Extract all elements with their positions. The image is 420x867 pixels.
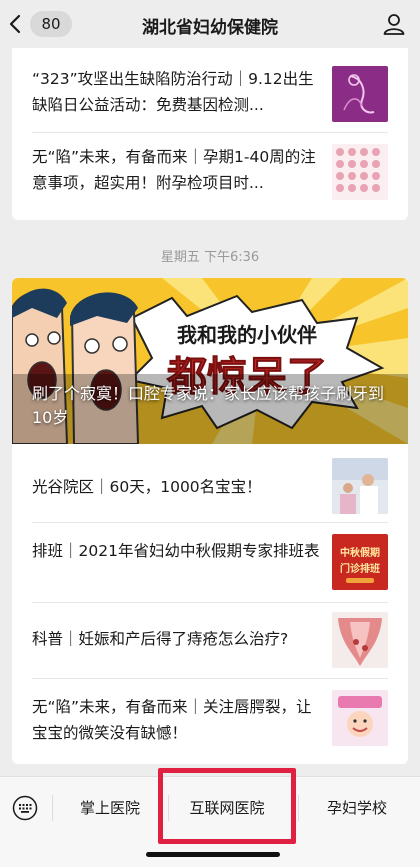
- article-thumbnail: [332, 66, 388, 122]
- article-item[interactable]: “323”攻坚出生缺陷防治行动｜9.12出生缺陷日公益活动：免费基因检测...: [32, 64, 388, 124]
- divider: [32, 522, 388, 523]
- menu-separator: [298, 795, 299, 821]
- menu-separator: [52, 795, 53, 821]
- article-item[interactable]: 光谷院区｜60天，1000名宝宝！: [32, 458, 388, 514]
- top-bar: 80 湖北省妇幼保健院: [0, 0, 420, 48]
- article-thumbnail: 中秋假期 门诊排班: [332, 534, 388, 590]
- article-title: 科普｜妊娠和产后得了痔疮怎么治疗?: [32, 630, 289, 648]
- clinic-photo-icon: [332, 458, 388, 514]
- user-icon[interactable]: [382, 12, 406, 36]
- article-item[interactable]: 排班｜2021年省妇幼中秋假期专家排班表 中秋假期 门诊排班: [32, 534, 388, 594]
- hero-caption: 刷了个寂寞！口腔专家说：家长应该帮孩子刷牙到10岁: [32, 384, 385, 427]
- menu-item-pregnancy-school[interactable]: 孕妇学校: [302, 797, 412, 818]
- message-card-previous: “323”攻坚出生缺陷防治行动｜9.12出生缺陷日公益活动：免费基因检测... …: [12, 48, 408, 220]
- pregnancy-illustration-icon: [332, 66, 388, 122]
- article-title: 无“陷”未来，有备而来｜关注唇腭裂，让宝宝的微笑没有缺憾！: [32, 698, 312, 742]
- article-thumbnail: [332, 690, 388, 746]
- svg-text:门诊排班: 门诊排班: [340, 562, 380, 575]
- highlight-box: [158, 768, 296, 844]
- menu-item-palm-hospital[interactable]: 掌上医院: [56, 797, 164, 818]
- divider: [32, 678, 388, 679]
- keyboard-icon[interactable]: [12, 795, 38, 821]
- message-card: 我和我的小伙伴 都惊呆了 刷了个寂寞！口腔专家说：家长应该帮孩子刷牙到10岁 光…: [12, 278, 408, 764]
- baby-smile-illustration-icon: [332, 690, 388, 746]
- article-item[interactable]: 无“陷”未来，有备而来｜孕期1-40周的注意事项，超实用！附孕检项目时...: [32, 142, 388, 202]
- fetal-stages-chart-icon: [332, 144, 388, 200]
- banner-text-small: 我和我的小伙伴: [177, 323, 317, 347]
- svg-text:中秋假期: 中秋假期: [340, 546, 380, 559]
- divider: [32, 132, 388, 133]
- article-thumbnail: [332, 612, 388, 668]
- article-title: “323”攻坚出生缺陷防治行动｜9.12出生缺陷日公益活动：免费基因检测...: [32, 70, 314, 114]
- article-item[interactable]: 无“陷”未来，有备而来｜关注唇腭裂，让宝宝的微笑没有缺憾！: [32, 690, 388, 748]
- article-title: 无“陷”未来，有备而来｜孕期1-40周的注意事项，超实用！附孕检项目时...: [32, 148, 316, 192]
- page-title: 湖北省妇幼保健院: [142, 18, 278, 38]
- schedule-poster-icon: 中秋假期 门诊排班: [332, 534, 388, 590]
- article-thumbnail: [332, 144, 388, 200]
- article-title: 排班｜2021年省妇幼中秋假期专家排班表: [32, 542, 320, 560]
- anatomy-illustration-icon: [332, 612, 388, 668]
- article-title: 光谷院区｜60天，1000名宝宝！: [32, 478, 262, 496]
- message-timestamp: 星期五 下午6:36: [160, 250, 260, 265]
- hero-article[interactable]: 我和我的小伙伴 都惊呆了 刷了个寂寞！口腔专家说：家长应该帮孩子刷牙到10岁: [12, 278, 408, 444]
- article-item[interactable]: 科普｜妊娠和产后得了痔疮怎么治疗?: [32, 612, 388, 668]
- home-indicator[interactable]: [146, 852, 280, 857]
- article-thumbnail: [332, 458, 388, 514]
- divider: [32, 602, 388, 603]
